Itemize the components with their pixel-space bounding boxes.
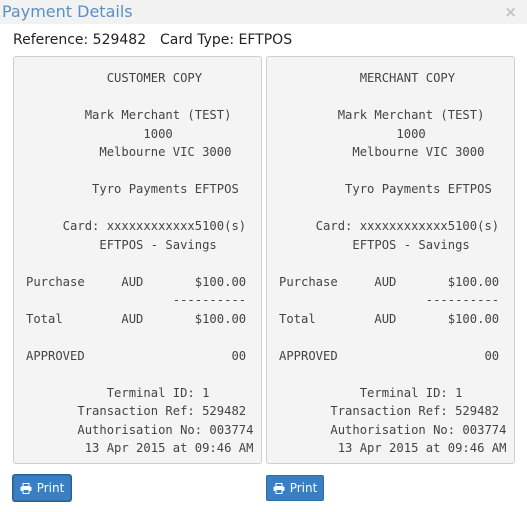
reference-label: Reference: 529482 [13,32,147,48]
dialog-titlebar: Payment Details × [0,0,527,24]
card-type-label: Card Type: EFTPOS [160,32,293,48]
print-customer-button[interactable]: Print [13,475,71,501]
merchant-receipt: MERCHANT COPY Mark Merchant (TEST) 1000 … [266,56,515,464]
printer-icon [273,482,285,494]
print-merchant-button[interactable]: Print [266,475,324,501]
merchant-receipt-text: MERCHANT COPY Mark Merchant (TEST) 1000 … [279,71,507,455]
customer-receipt: CUSTOMER COPY Mark Merchant (TEST) 1000 … [13,56,262,464]
printer-icon [20,482,32,494]
close-icon[interactable]: × [504,3,517,21]
print-button-label: Print [289,481,318,495]
print-button-label: Print [36,481,65,495]
dialog-title: Payment Details [2,2,133,21]
customer-receipt-text: CUSTOMER COPY Mark Merchant (TEST) 1000 … [26,71,254,455]
